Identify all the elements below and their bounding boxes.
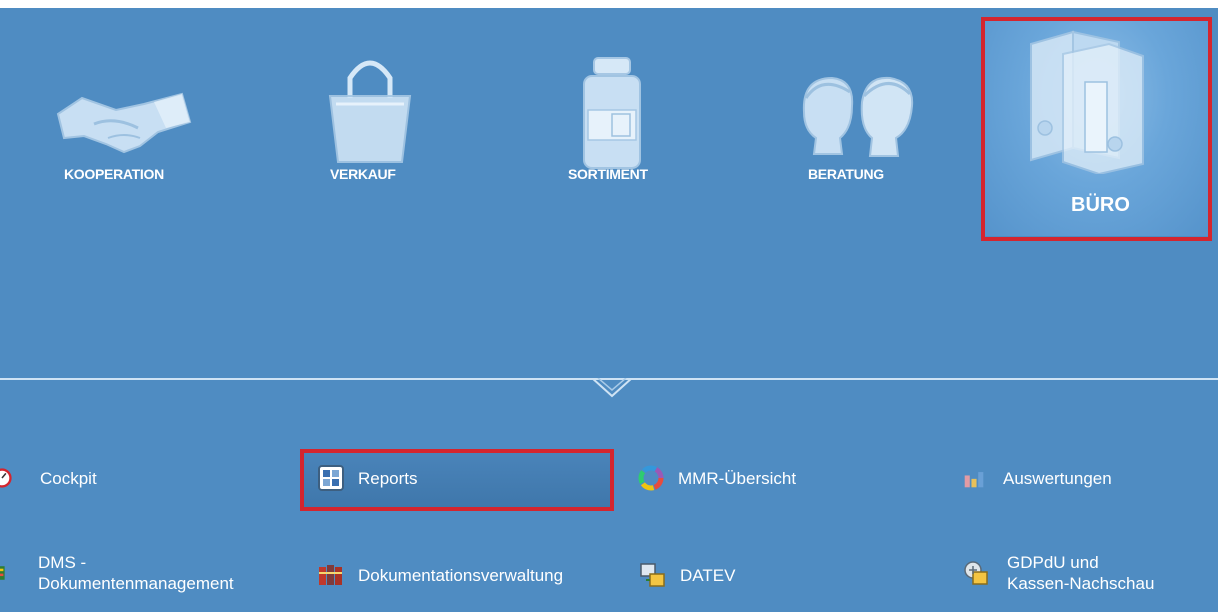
menu-item-auswertungen[interactable]: Auswertungen <box>963 465 1112 491</box>
menu-item-dms[interactable]: DMS - Dokumentenmanagement <box>0 552 234 594</box>
category-label: KOOPERATION <box>64 166 164 182</box>
menu-item-dokumentationsverwaltung[interactable]: Dokumentationsverwaltung <box>318 562 563 588</box>
shopping-bag-icon <box>328 60 412 163</box>
category-label: VERKAUF <box>330 166 396 182</box>
menu-item-label: MMR-Übersicht <box>678 468 797 488</box>
document-binder-icon <box>0 566 5 580</box>
binders-icon <box>1030 30 1144 174</box>
audit-box-icon <box>964 561 988 585</box>
menu-item-label: Cockpit <box>40 468 97 488</box>
menu-item-label-line2: Kassen-Nachschau <box>1007 574 1155 593</box>
category-verkauf[interactable]: VERKAUF <box>290 20 440 230</box>
handshake-icon <box>56 92 192 154</box>
menu-item-datev[interactable]: DATEV <box>640 562 735 588</box>
category-label: BÜRO <box>1071 194 1130 216</box>
menu-item-label: Reports <box>358 468 418 488</box>
bar-chart-icon <box>964 472 984 488</box>
menu-item-reports[interactable]: Reports <box>318 465 418 491</box>
category-label: SORTIMENT <box>568 166 648 182</box>
reports-grid-icon <box>318 465 344 491</box>
datev-transfer-icon <box>640 563 665 587</box>
chevron-down-icon <box>592 378 632 398</box>
menu-item-label-line2: Dokumentenmanagement <box>38 574 234 593</box>
menu-item-label: DATEV <box>680 565 736 585</box>
window-top-edge <box>0 0 1218 8</box>
gauge-icon <box>0 468 12 488</box>
category-buero[interactable]: BÜRO <box>983 20 1209 236</box>
people-heads-icon <box>802 76 914 157</box>
color-ring-icon <box>638 465 664 491</box>
menu-item-cockpit[interactable]: Cockpit <box>0 465 97 491</box>
menu-item-mmr-uebersicht[interactable]: MMR-Übersicht <box>638 465 796 491</box>
category-kooperation[interactable]: KOOPERATION <box>40 20 210 230</box>
category-beratung[interactable]: BERATUNG <box>770 20 930 230</box>
menu-item-label-line1: DMS - <box>38 553 87 572</box>
menu-item-gdpdu[interactable]: GDPdU und Kassen-Nachschau <box>963 552 1154 594</box>
books-icon <box>319 565 342 585</box>
menu-item-label-line1: GDPdU und <box>1007 553 1099 572</box>
menu-item-label: Auswertungen <box>1003 468 1112 488</box>
category-sortiment[interactable]: SORTIMENT <box>540 20 690 230</box>
medicine-bottle-icon <box>583 57 641 169</box>
category-label: BERATUNG <box>808 166 884 182</box>
menu-item-label: Dokumentationsverwaltung <box>358 565 564 585</box>
